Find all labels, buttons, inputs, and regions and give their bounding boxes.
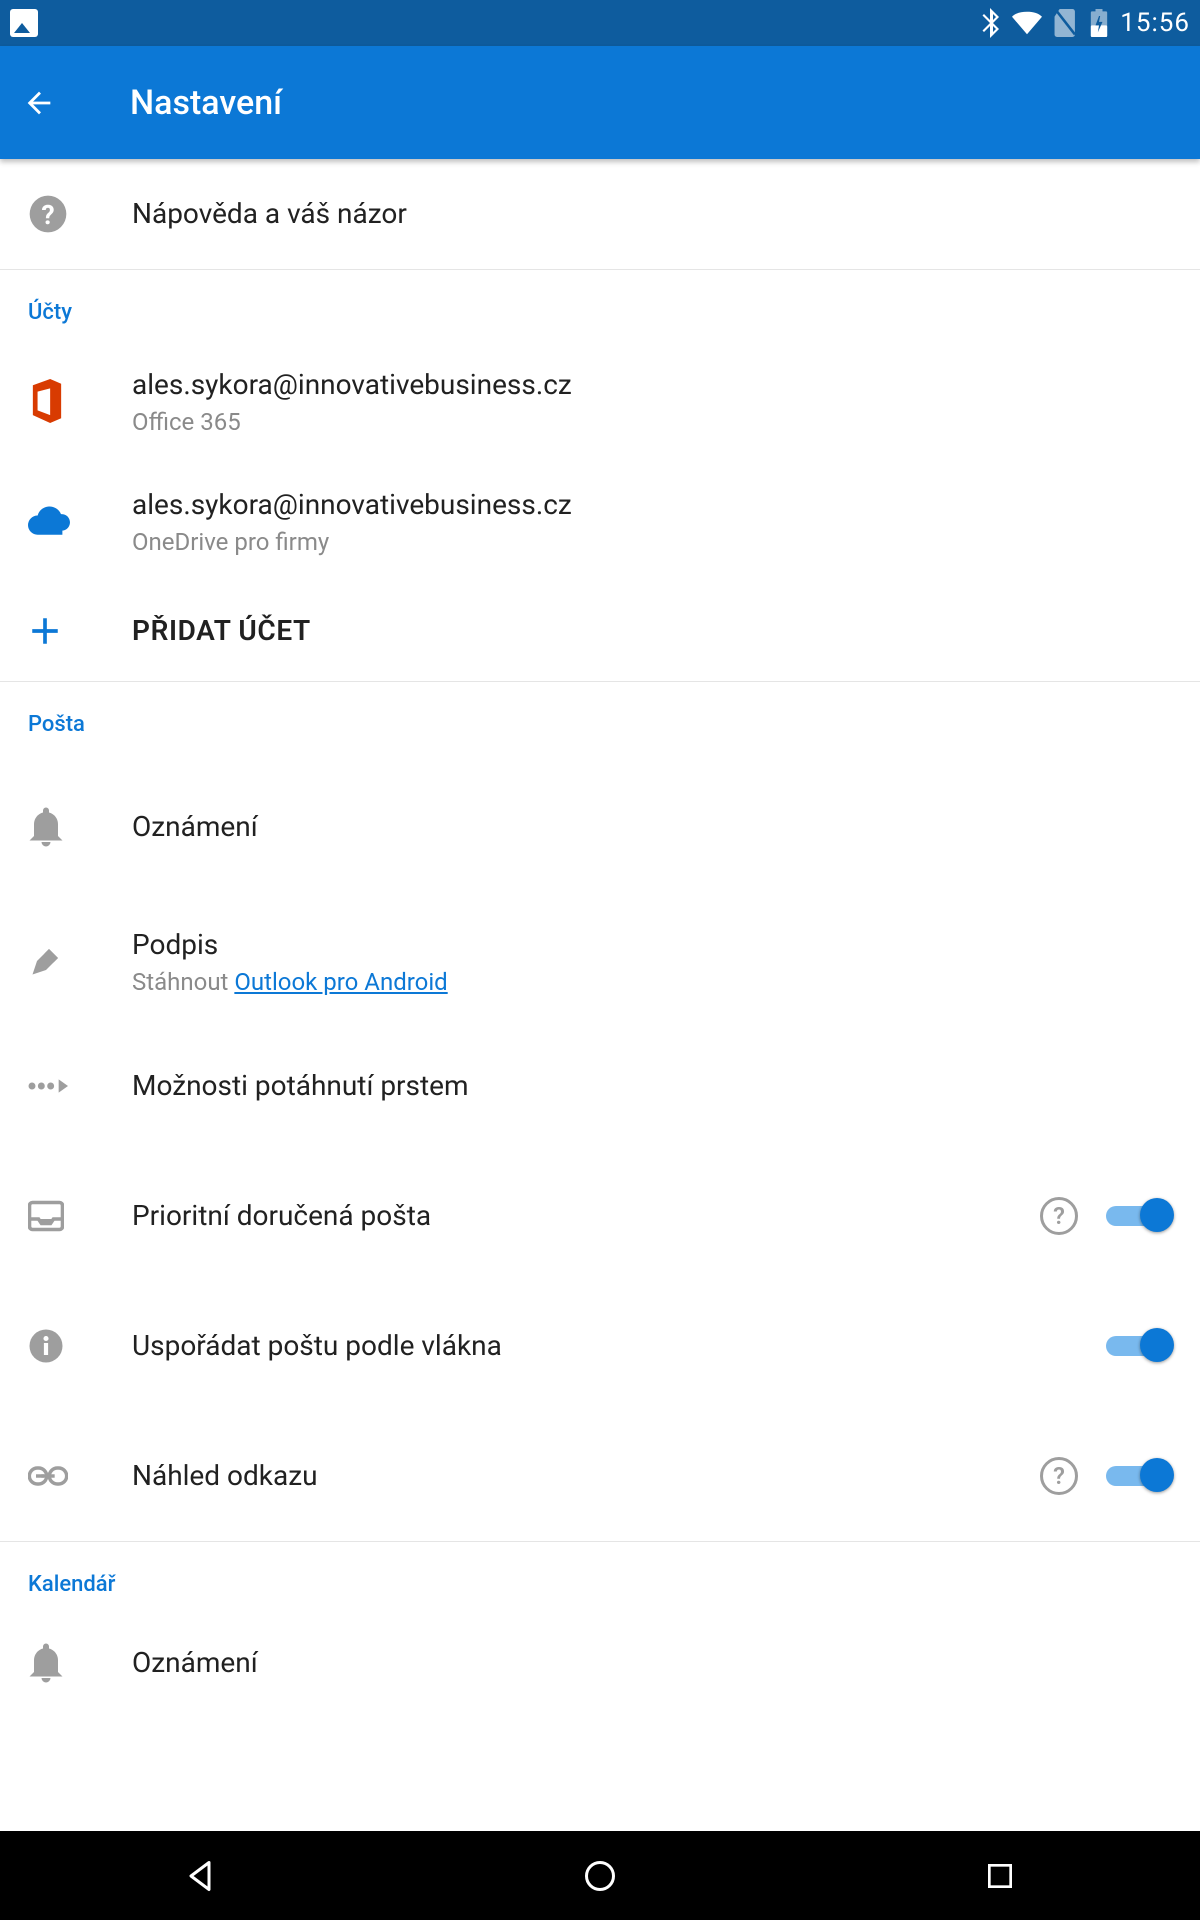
outlook-link[interactable]: Outlook pro Android <box>234 968 447 996</box>
focused-inbox-row[interactable]: Prioritní doručená pošta ? <box>0 1151 1200 1281</box>
section-calendar: Kalendář <box>0 1542 1200 1613</box>
plus-icon <box>28 614 132 648</box>
nav-home[interactable] <box>500 1858 700 1894</box>
account-email: ales.sykora@innovativebusiness.cz <box>132 366 1172 404</box>
section-mail: Pošta <box>0 682 1200 753</box>
pen-icon <box>28 943 132 979</box>
swipe-label: Možnosti potáhnutí prstem <box>132 1067 1172 1105</box>
add-account-row[interactable]: PŘIDAT ÚČET <box>0 581 1200 681</box>
help-icon[interactable]: ? <box>1040 1457 1078 1495</box>
system-navbar <box>0 1831 1200 1920</box>
help-label: Nápověda a váš názor <box>132 195 1172 233</box>
account-email: ales.sykora@innovativebusiness.cz <box>132 486 1172 524</box>
sim-icon <box>1054 9 1078 37</box>
page-title: Nastavení <box>130 83 282 123</box>
bell-icon <box>28 1643 132 1683</box>
status-clock: 15:56 <box>1120 8 1190 38</box>
nav-back[interactable] <box>100 1858 300 1894</box>
bell-icon <box>28 807 132 847</box>
signature-row[interactable]: Podpis Stáhnout Outlook pro Android <box>0 901 1200 1021</box>
gallery-icon <box>10 9 38 37</box>
swipe-options-row[interactable]: Možnosti potáhnutí prstem <box>0 1021 1200 1151</box>
link-icon <box>28 1465 132 1487</box>
onedrive-icon <box>28 506 132 536</box>
signature-sub: Stáhnout Outlook pro Android <box>132 968 1172 996</box>
nav-recent[interactable] <box>900 1860 1100 1892</box>
account-office365[interactable]: ales.sykora@innovativebusiness.cz Office… <box>0 341 1200 461</box>
account-type: OneDrive pro firmy <box>132 528 1172 556</box>
bluetooth-icon <box>980 8 1000 38</box>
info-icon <box>28 1328 132 1364</box>
help-feedback-row[interactable]: ? Nápověda a váš názor <box>0 159 1200 269</box>
status-bar: 15:56 <box>0 0 1200 46</box>
account-onedrive[interactable]: ales.sykora@innovativebusiness.cz OneDri… <box>0 461 1200 581</box>
wifi-icon <box>1012 11 1042 35</box>
svg-text:?: ? <box>41 199 54 231</box>
office-icon <box>28 379 132 423</box>
section-accounts: Účty <box>0 270 1200 341</box>
link-preview-label: Náhled odkazu <box>132 1457 1040 1495</box>
swipe-icon <box>28 1076 132 1096</box>
calendar-notifications-label: Oznámení <box>132 1644 1172 1682</box>
thread-toggle[interactable] <box>1106 1328 1172 1364</box>
focused-label: Prioritní doručená pošta <box>132 1197 1040 1235</box>
battery-icon <box>1090 9 1108 37</box>
account-type: Office 365 <box>132 408 1172 436</box>
mail-notifications-label: Oznámení <box>132 808 1172 846</box>
appbar: Nastavení <box>0 46 1200 159</box>
thread-row[interactable]: Uspořádat poštu podle vlákna <box>0 1281 1200 1411</box>
help-icon[interactable]: ? <box>1040 1197 1078 1235</box>
link-preview-toggle[interactable] <box>1106 1458 1172 1494</box>
mail-notifications-row[interactable]: Oznámení <box>0 753 1200 901</box>
back-button[interactable] <box>22 86 82 120</box>
inbox-icon <box>28 1200 132 1232</box>
calendar-notifications-row[interactable]: Oznámení <box>0 1613 1200 1713</box>
thread-label: Uspořádat poštu podle vlákna <box>132 1327 1106 1365</box>
signature-label: Podpis <box>132 926 1172 964</box>
help-icon: ? <box>28 194 132 234</box>
focused-toggle[interactable] <box>1106 1198 1172 1234</box>
link-preview-row[interactable]: Náhled odkazu ? <box>0 1411 1200 1541</box>
add-account-label: PŘIDAT ÚČET <box>132 612 1172 650</box>
